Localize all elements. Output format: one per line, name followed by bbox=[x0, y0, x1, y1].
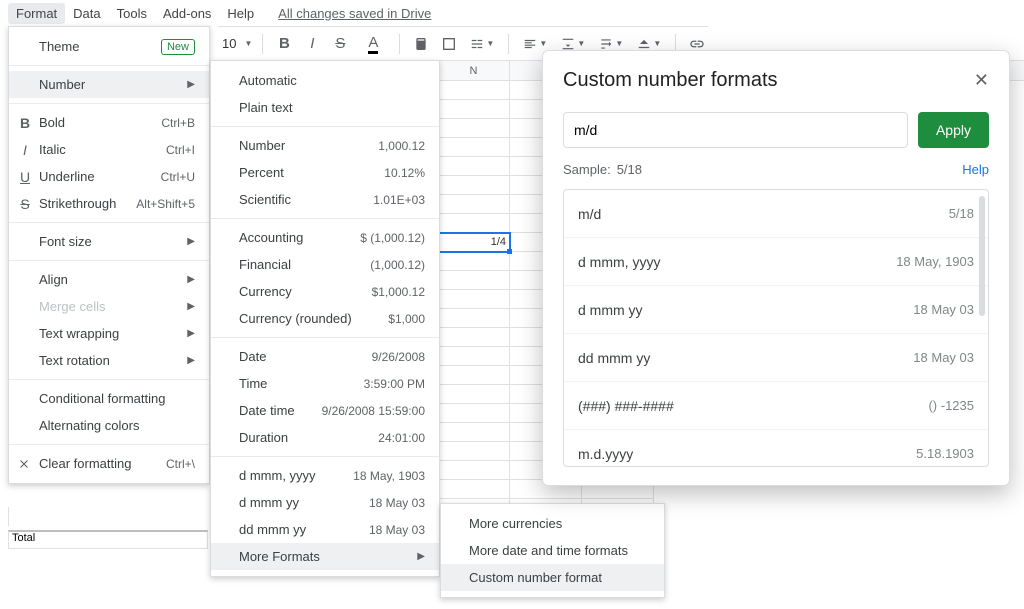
num-datetime[interactable]: Date time9/26/2008 15:59:00 bbox=[211, 397, 439, 424]
num-plain[interactable]: Plain text bbox=[211, 94, 439, 121]
num-date[interactable]: Date9/26/2008 bbox=[211, 343, 439, 370]
menu-merge: Merge cells▶ bbox=[9, 293, 209, 320]
more-curr[interactable]: More currencies bbox=[441, 510, 664, 537]
text-color-button[interactable]: A bbox=[357, 33, 389, 55]
total-row-label: Total bbox=[12, 532, 80, 548]
save-status[interactable]: All changes saved in Drive bbox=[278, 6, 431, 21]
menu-bar: Format Data Tools Add-ons Help All chang… bbox=[8, 2, 1016, 24]
menu-align[interactable]: Align▶ bbox=[9, 266, 209, 293]
list-item[interactable]: d mmm yy18 May 03 bbox=[564, 286, 988, 334]
list-item[interactable]: m.d.yyyy5.18.1903 bbox=[564, 430, 988, 467]
num-percent[interactable]: Percent10.12% bbox=[211, 159, 439, 186]
bold-icon: B bbox=[17, 115, 33, 131]
apply-button[interactable]: Apply bbox=[918, 112, 989, 148]
num-number[interactable]: Number1,000.12 bbox=[211, 132, 439, 159]
close-icon[interactable]: ✕ bbox=[974, 70, 989, 91]
format-list[interactable]: m/d5/18 d mmm, yyyy18 May, 1903 d mmm yy… bbox=[563, 189, 989, 467]
menu-alt-colors[interactable]: Alternating colors bbox=[9, 412, 209, 439]
menu-addons[interactable]: Add-ons bbox=[155, 3, 219, 24]
num-dur[interactable]: Duration24:01:00 bbox=[211, 424, 439, 451]
menu-format[interactable]: Format bbox=[8, 3, 65, 24]
menu-wrap[interactable]: Text wrapping▶ bbox=[9, 320, 209, 347]
list-item[interactable]: dd mmm yy18 May 03 bbox=[564, 334, 988, 382]
menu-clear-format[interactable]: Clear formattingCtrl+\ bbox=[9, 450, 209, 477]
num-currr[interactable]: Currency (rounded)$1,000 bbox=[211, 305, 439, 332]
format-dropdown: Theme New Number▶ B BoldCtrl+B I ItalicC… bbox=[8, 26, 210, 484]
num-more[interactable]: More Formats▶ bbox=[211, 543, 439, 570]
more-custom[interactable]: Custom number format bbox=[441, 564, 664, 591]
scrollbar[interactable] bbox=[979, 196, 985, 316]
num-f3[interactable]: dd mmm yy18 May 03 bbox=[211, 516, 439, 543]
sample-value: 5/18 bbox=[617, 162, 642, 177]
sample-label: Sample: bbox=[563, 162, 611, 177]
strike-button[interactable]: S bbox=[329, 33, 351, 55]
font-size-select[interactable]: 10▼ bbox=[222, 36, 252, 51]
list-item[interactable]: m/d5/18 bbox=[564, 190, 988, 238]
underline-icon: U bbox=[17, 169, 33, 185]
menu-theme[interactable]: Theme New bbox=[9, 33, 209, 60]
more-dt[interactable]: More date and time formats bbox=[441, 537, 664, 564]
active-cell[interactable]: 1/4 bbox=[438, 233, 510, 252]
list-item[interactable]: d mmm, yyyy18 May, 1903 bbox=[564, 238, 988, 286]
num-sci[interactable]: Scientific1.01E+03 bbox=[211, 186, 439, 213]
merge-button[interactable]: ▼ bbox=[466, 33, 498, 55]
clear-icon bbox=[17, 457, 33, 471]
borders-button[interactable] bbox=[438, 33, 460, 55]
custom-number-dialog: Custom number formats ✕ Apply Sample: 5/… bbox=[542, 50, 1010, 486]
menu-strike[interactable]: S StrikethroughAlt+Shift+5 bbox=[9, 190, 209, 217]
num-f1[interactable]: d mmm, yyyy18 May, 1903 bbox=[211, 462, 439, 489]
format-input[interactable] bbox=[563, 112, 908, 148]
italic-icon: I bbox=[17, 142, 33, 158]
menu-help[interactable]: Help bbox=[219, 3, 262, 24]
strike-icon: S bbox=[17, 196, 33, 212]
menu-data[interactable]: Data bbox=[65, 3, 108, 24]
menu-cond-format[interactable]: Conditional formatting bbox=[9, 385, 209, 412]
italic-button[interactable]: I bbox=[301, 33, 323, 55]
num-acct[interactable]: Accounting$ (1,000.12) bbox=[211, 224, 439, 251]
more-formats-submenu: More currencies More date and time forma… bbox=[440, 503, 665, 598]
dialog-title: Custom number formats bbox=[563, 69, 778, 92]
col-header-n[interactable]: N bbox=[438, 61, 510, 80]
menu-italic[interactable]: I ItalicCtrl+I bbox=[9, 136, 209, 163]
num-fin[interactable]: Financial(1,000.12) bbox=[211, 251, 439, 278]
menu-bold[interactable]: B BoldCtrl+B bbox=[9, 109, 209, 136]
menu-font-size[interactable]: Font size▶ bbox=[9, 228, 209, 255]
list-item[interactable]: (###) ###-####() -1235 bbox=[564, 382, 988, 430]
menu-rotate[interactable]: Text rotation▶ bbox=[9, 347, 209, 374]
num-time[interactable]: Time3:59:00 PM bbox=[211, 370, 439, 397]
new-badge: New bbox=[161, 39, 195, 55]
num-curr[interactable]: Currency$1,000.12 bbox=[211, 278, 439, 305]
fill-color-button[interactable] bbox=[410, 33, 432, 55]
menu-tools[interactable]: Tools bbox=[109, 3, 155, 24]
num-f2[interactable]: d mmm yy18 May 03 bbox=[211, 489, 439, 516]
help-link[interactable]: Help bbox=[962, 162, 989, 177]
menu-underline[interactable]: U UnderlineCtrl+U bbox=[9, 163, 209, 190]
bold-button[interactable]: B bbox=[273, 33, 295, 55]
number-submenu: Automatic Plain text Number1,000.12 Perc… bbox=[210, 60, 440, 577]
num-auto[interactable]: Automatic bbox=[211, 67, 439, 94]
menu-number[interactable]: Number▶ bbox=[9, 71, 209, 98]
